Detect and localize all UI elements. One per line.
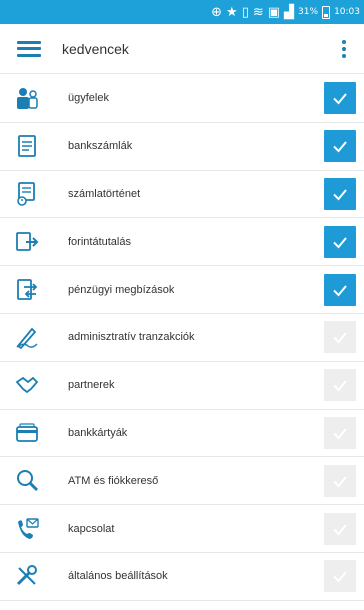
list-item[interactable]: bankszámlák [0,123,364,171]
list-item[interactable]: forintátutalás [0,218,364,267]
favorite-checkbox[interactable] [324,369,356,402]
app-bar: kedvencek [0,24,364,74]
list-item-label: ATM és fiókkereső [68,474,159,487]
check-icon [333,189,347,201]
status-bar: ⊕ ★ ▯ ≋ ▣ ▟ 31% 10:03 [0,0,364,24]
list-item-label: bankkártyák [68,426,128,439]
bank-accounts-icon [0,123,44,170]
list-item[interactable]: kapcsolat [0,505,364,553]
list-item[interactable]: partnerek [0,362,364,410]
vibrate-icon: ▯ [241,4,249,20]
favorite-checkbox[interactable] [324,130,356,163]
wifi-icon: ≋ [252,4,264,20]
list-item-label: ügyfelek [68,92,109,105]
hamburger-menu-icon [17,40,41,57]
list-item[interactable]: pénzügyi megbízások [0,266,364,314]
check-icon [333,380,347,392]
list-item-label: pénzügyi megbízások [68,283,175,296]
list-item[interactable]: adminisztratív tranzakciók [0,314,364,362]
check-icon [333,284,347,297]
list-item-label: forintátutalás [68,235,131,248]
account-history-icon [0,171,44,218]
list-item[interactable]: ügyfelek [0,75,364,123]
partners-icon [0,362,44,409]
list-item-label: adminisztratív tranzakciók [68,331,195,344]
atm-branch-finder-icon [0,457,44,504]
favorite-checkbox[interactable] [324,464,356,497]
favorite-checkbox[interactable] [324,82,356,115]
sim-icon: ▣ [267,4,281,20]
signal-icon: ▟ [284,4,295,20]
list-item-label: általános beállítások [68,570,168,583]
clock: 10:03 [334,7,360,17]
star-icon: ★ [226,4,238,20]
check-icon [333,571,347,583]
favorite-checkbox[interactable] [324,560,356,593]
sync-icon: ⊕ [211,4,223,20]
general-settings-icon [0,553,44,600]
clients-icon [0,75,44,122]
more-vert-icon [342,39,346,44]
menu-button[interactable] [0,24,58,74]
battery-percent: 31% [298,7,319,17]
check-icon [333,476,347,488]
favorite-checkbox[interactable] [324,416,356,449]
check-icon [333,523,347,536]
page-title: kedvencek [62,40,129,57]
check-icon [333,332,347,344]
list-item-label: partnerek [68,379,115,392]
forint-transfer-icon [0,218,44,265]
check-icon [333,428,347,440]
contact-icon [0,505,44,552]
check-icon [333,237,347,249]
list-item[interactable]: bankkártyák [0,410,364,458]
bank-cards-icon [0,410,44,457]
list-item[interactable]: számlatörténet [0,171,364,219]
administrative-transactions-icon [0,314,44,361]
favorite-checkbox[interactable] [324,273,356,306]
favorite-checkbox[interactable] [324,225,356,258]
favorite-checkbox[interactable] [324,177,356,210]
list-item-label: kapcsolat [68,522,115,535]
list-item[interactable]: ATM és fiókkereső [0,457,364,506]
favorite-checkbox[interactable] [324,321,356,354]
battery-icon [322,5,331,19]
list-item-label: számlatörténet [68,187,141,200]
favorites-list: ügyfelek bankszámlák számlatörténet forintá… [0,75,364,601]
more-options-button[interactable] [324,24,364,74]
check-icon [333,93,347,105]
list-item[interactable]: általános beállítások [0,553,364,601]
financial-orders-icon [0,266,44,313]
list-item-label: bankszámlák [68,140,133,153]
favorite-checkbox[interactable] [324,512,356,545]
check-icon [333,141,347,153]
